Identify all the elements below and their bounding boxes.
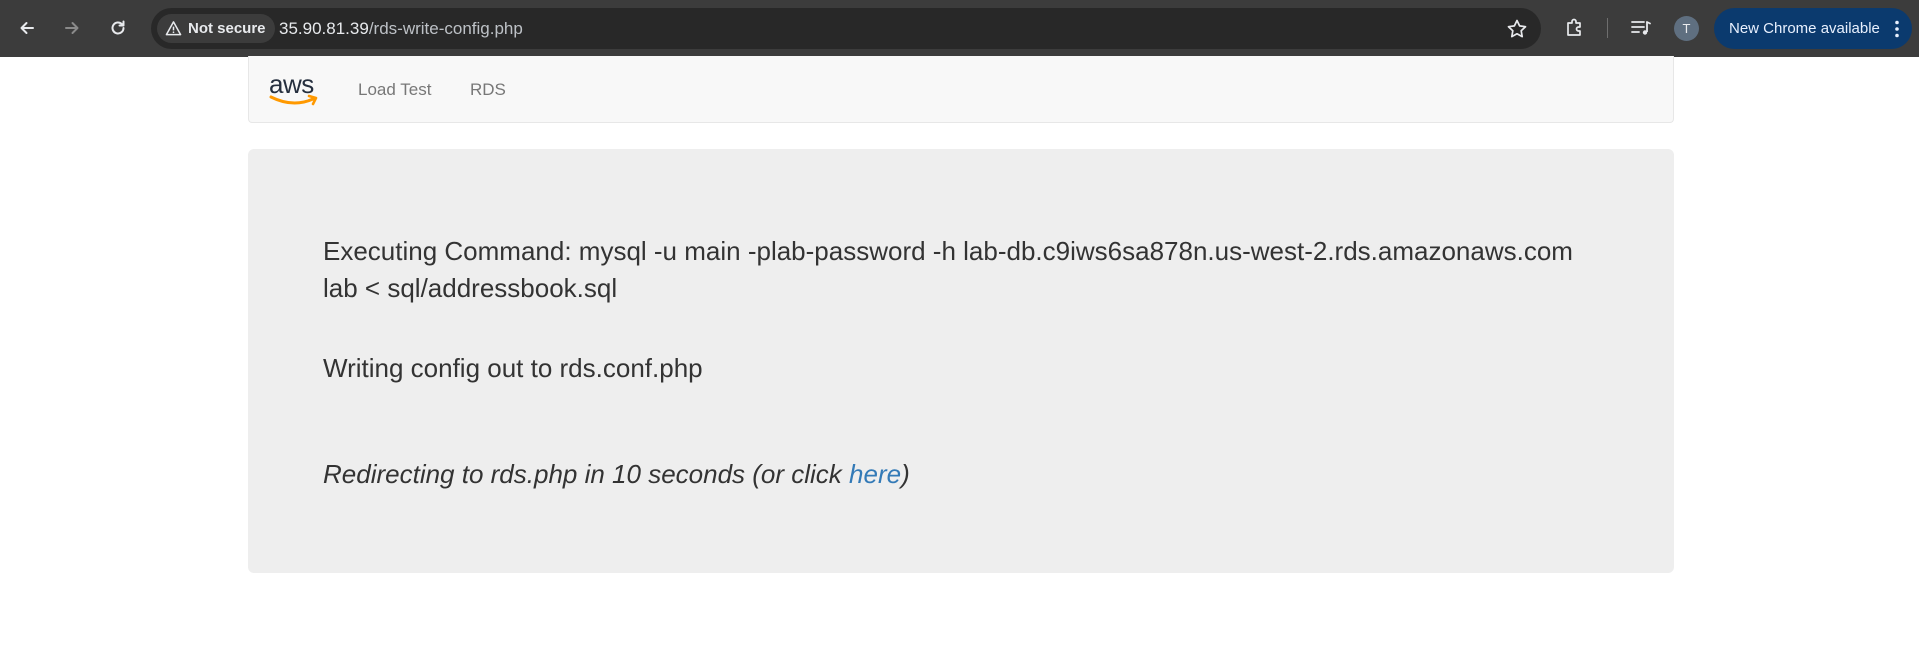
redirect-prefix: Redirecting to rds.php in 10 seconds (or… xyxy=(323,459,850,489)
forward-button[interactable] xyxy=(57,13,87,43)
reload-button[interactable] xyxy=(103,13,133,43)
site-navbar: aws Load Test RDS xyxy=(248,56,1674,123)
redirect-message: Redirecting to rds.php in 10 seconds (or… xyxy=(323,456,910,493)
update-chrome-button[interactable]: New Chrome available xyxy=(1714,8,1912,49)
bookmark-star-icon[interactable] xyxy=(1505,17,1529,41)
warning-triangle-icon xyxy=(165,21,182,36)
more-vert-icon xyxy=(1895,20,1899,38)
executing-command-text: Executing Command: mysql -u main -plab-p… xyxy=(323,233,1623,307)
redirect-suffix: ) xyxy=(901,459,910,489)
nav-link-rds[interactable]: RDS xyxy=(470,56,506,123)
reading-list-button[interactable] xyxy=(1628,15,1654,41)
url-path: /rds-write-config.php xyxy=(368,19,523,38)
toolbar-divider xyxy=(1607,18,1608,38)
profile-avatar[interactable]: T xyxy=(1674,16,1699,41)
update-label: New Chrome available xyxy=(1729,20,1880,37)
back-arrow-icon xyxy=(20,22,34,34)
security-chip[interactable]: Not secure xyxy=(157,14,275,43)
reload-icon xyxy=(111,20,125,35)
security-label: Not secure xyxy=(188,20,266,37)
url-host: 35.90.81.39 xyxy=(279,19,369,38)
nav-link-load-test[interactable]: Load Test xyxy=(358,56,431,123)
command-line-2: lab < sql/addressbook.sql xyxy=(323,273,618,303)
puzzle-icon xyxy=(1567,18,1581,36)
back-button[interactable] xyxy=(12,13,42,43)
redirect-here-link[interactable]: here xyxy=(849,459,901,489)
playlist-icon xyxy=(1631,21,1651,35)
content-panel: Executing Command: mysql -u main -plab-p… xyxy=(248,149,1674,573)
forward-arrow-icon xyxy=(65,22,79,34)
aws-smile-icon xyxy=(269,94,318,106)
extensions-button[interactable] xyxy=(1562,15,1588,41)
writing-config-text: Writing config out to rds.conf.php xyxy=(323,353,703,383)
aws-logo[interactable]: aws xyxy=(269,71,321,108)
browser-toolbar: Not secure 35.90.81.39/rds-write-config.… xyxy=(0,0,1919,57)
address-bar[interactable]: Not secure 35.90.81.39/rds-write-config.… xyxy=(151,8,1541,49)
url-text[interactable]: 35.90.81.39/rds-write-config.php xyxy=(279,8,523,49)
command-line-1: Executing Command: mysql -u main -plab-p… xyxy=(323,236,1573,266)
